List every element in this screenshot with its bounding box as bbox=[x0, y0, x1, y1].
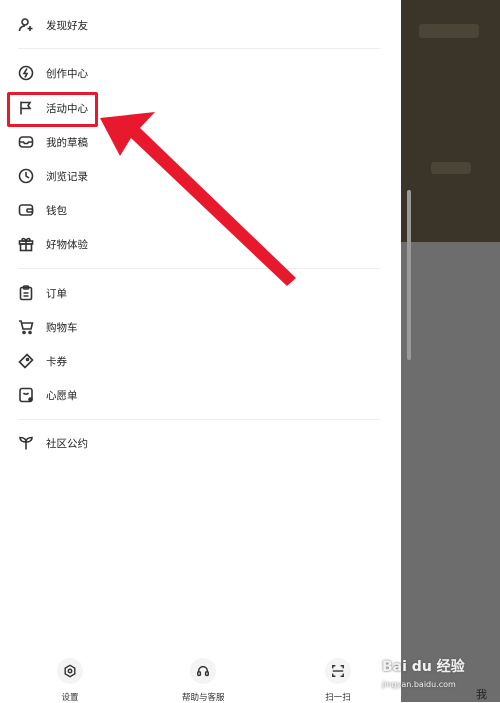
menu-item-label: 发现好友 bbox=[46, 19, 88, 32]
watermark-url: jingyan.baidu.com bbox=[382, 680, 456, 689]
menu-item-label: 浏览记录 bbox=[46, 170, 88, 183]
menu-item-label: 我的草稿 bbox=[46, 136, 88, 149]
divider bbox=[18, 268, 380, 269]
wishlist-icon bbox=[18, 387, 34, 403]
scrollbar bbox=[407, 190, 411, 360]
background-content bbox=[419, 24, 479, 38]
scan-label: 扫一扫 bbox=[325, 693, 351, 703]
menu-item-wishlist[interactable]: 心愿单 bbox=[18, 381, 78, 409]
cart-icon bbox=[18, 319, 34, 335]
background-dim-overlay[interactable]: 我 bbox=[401, 0, 500, 702]
scan-icon bbox=[325, 658, 351, 684]
settings-button[interactable]: 设置 bbox=[57, 658, 83, 703]
highlight-box bbox=[7, 92, 98, 127]
settings-label: 设置 bbox=[61, 693, 79, 703]
help-and-support-button[interactable]: 帮助与客服 bbox=[182, 658, 225, 703]
lightning-icon bbox=[18, 65, 34, 81]
menu-item-find-friends[interactable]: 发现好友 bbox=[18, 11, 88, 39]
watermark: Bai du 经验 jingyan.baidu.com bbox=[382, 652, 500, 700]
menu-item-cart[interactable]: 购物车 bbox=[18, 313, 78, 341]
menu-item-label: 订单 bbox=[46, 287, 67, 300]
headset-icon bbox=[190, 658, 217, 684]
gear-icon bbox=[57, 658, 83, 684]
add-user-icon bbox=[18, 17, 34, 33]
scan-button[interactable]: 扫一扫 bbox=[325, 658, 351, 703]
menu-item-label: 好物体验 bbox=[46, 238, 88, 251]
help-label: 帮助与客服 bbox=[182, 693, 225, 703]
clock-icon bbox=[18, 168, 34, 184]
menu-item-label: 卡券 bbox=[46, 355, 67, 368]
menu-item-good-things-trial[interactable]: 好物体验 bbox=[18, 230, 88, 258]
menu-item-label: 创作中心 bbox=[46, 67, 88, 80]
wallet-icon bbox=[18, 202, 34, 218]
menu-item-label: 心愿单 bbox=[46, 389, 78, 402]
menu-item-label: 社区公约 bbox=[46, 437, 88, 450]
menu-item-label: 购物车 bbox=[46, 321, 78, 334]
gift-icon bbox=[18, 236, 34, 252]
divider bbox=[18, 48, 380, 49]
watermark-logo: Bai du 经验 bbox=[382, 659, 465, 675]
background-content bbox=[431, 162, 471, 174]
clipboard-icon bbox=[18, 285, 34, 301]
menu-item-drafts[interactable]: 我的草稿 bbox=[18, 128, 88, 156]
inbox-icon bbox=[18, 134, 34, 150]
menu-item-community-guidelines[interactable]: 社区公约 bbox=[18, 429, 88, 457]
sprout-icon bbox=[18, 435, 34, 451]
menu-item-history[interactable]: 浏览记录 bbox=[18, 162, 88, 190]
menu-item-label: 钱包 bbox=[46, 204, 67, 217]
divider bbox=[18, 419, 380, 420]
drawer-bottom-bar: 设置 帮助与客服 扫一扫 bbox=[0, 650, 401, 703]
menu-item-wallet[interactable]: 钱包 bbox=[18, 196, 67, 224]
ticket-icon bbox=[18, 353, 34, 369]
menu-item-creator-center[interactable]: 创作中心 bbox=[18, 59, 88, 87]
menu-item-coupons[interactable]: 卡券 bbox=[18, 347, 67, 375]
menu-item-orders[interactable]: 订单 bbox=[18, 279, 67, 307]
